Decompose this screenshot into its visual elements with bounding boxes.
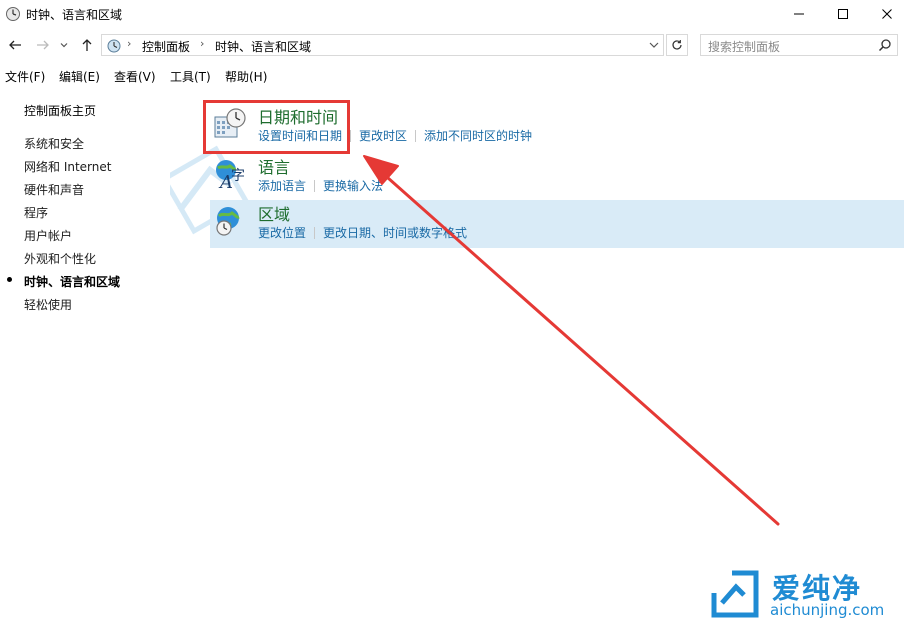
category-region: 区域 更改位置 更改日期、时间或数字格式 — [210, 200, 904, 248]
maximize-button[interactable] — [820, 0, 866, 28]
category-title-language[interactable]: 语言 — [258, 154, 290, 178]
search-icon[interactable] — [878, 38, 892, 52]
link-divider — [314, 227, 316, 239]
chevron-down-icon[interactable] — [648, 37, 660, 53]
control-panel-icon — [107, 39, 121, 53]
menu-view[interactable]: 查看(V) — [114, 68, 156, 85]
watermark: 爱纯净 aichunjing.com — [708, 565, 908, 621]
window-title: 时钟、语言和区域 — [26, 8, 123, 22]
navigation-bar: › 控制面板 › 时钟、语言和区域 搜索控制面板 — [0, 32, 908, 58]
address-bar[interactable]: › 控制面板 › 时钟、语言和区域 — [101, 34, 664, 56]
sidebar-item-home[interactable]: 控制面板主页 — [24, 102, 96, 119]
language-icon: A 字 — [216, 160, 245, 190]
watermark-logo-icon — [711, 570, 759, 618]
link-divider — [415, 130, 417, 142]
menu-file[interactable]: 文件(F) — [5, 68, 45, 85]
refresh-icon — [672, 40, 682, 50]
sidebar-item-ease-of-access[interactable]: 轻松使用 — [24, 296, 72, 313]
search-input[interactable]: 搜索控制面板 — [700, 34, 898, 56]
recent-locations-button[interactable] — [57, 35, 71, 55]
watermark-domain: aichunjing.com — [770, 601, 885, 619]
sidebar-item-appearance[interactable]: 外观和个性化 — [24, 250, 96, 267]
title-bar: 时钟、语言和区域 — [0, 0, 908, 28]
link-divider — [350, 130, 352, 142]
link-change-input-method[interactable]: 更换输入法 — [323, 179, 383, 193]
category-language: A 字 语言 添加语言 更换输入法 — [210, 153, 904, 199]
sidebar-item-system-security[interactable]: 系统和安全 — [24, 135, 84, 152]
arrow-up-icon — [82, 39, 92, 51]
breadcrumb-separator: › — [127, 37, 132, 50]
search-placeholder: 搜索控制面板 — [708, 40, 781, 54]
chevron-down-icon — [60, 43, 68, 48]
arrow-left-icon — [9, 40, 21, 50]
globe-clock-icon — [216, 207, 240, 236]
link-change-formats[interactable]: 更改日期、时间或数字格式 — [323, 226, 467, 240]
sidebar-item-network[interactable]: 网络和 Internet — [24, 158, 111, 175]
category-links-language: 添加语言 更换输入法 — [258, 177, 383, 194]
minimize-button[interactable] — [776, 0, 822, 28]
annotation-highlight-box — [203, 100, 350, 154]
annotation-arrow — [363, 155, 780, 526]
arrow-right-icon — [37, 40, 49, 50]
breadcrumb-separator: › — [200, 37, 205, 50]
category-links-region: 更改位置 更改日期、时间或数字格式 — [258, 224, 467, 241]
sidebar-item-programs[interactable]: 程序 — [24, 204, 48, 221]
sidebar-item-clock-language-region[interactable]: 时钟、语言和区域 — [24, 273, 120, 290]
menu-edit[interactable]: 编辑(E) — [59, 68, 100, 85]
up-button[interactable] — [77, 35, 97, 55]
link-divider — [314, 180, 316, 192]
menu-tools[interactable]: 工具(T) — [170, 68, 211, 85]
clock-globe-icon — [6, 7, 20, 21]
refresh-button[interactable] — [666, 34, 688, 56]
svg-text:字: 字 — [231, 168, 245, 184]
breadcrumb-current[interactable]: 时钟、语言和区域 — [215, 38, 311, 55]
menu-help[interactable]: 帮助(H) — [225, 68, 267, 85]
sidebar-item-user-accounts[interactable]: 用户帐户 — [24, 227, 72, 244]
sidebar-item-hardware-sound[interactable]: 硬件和声音 — [24, 181, 84, 198]
current-item-bullet — [7, 277, 12, 282]
link-add-language[interactable]: 添加语言 — [258, 179, 306, 193]
maximize-icon — [838, 9, 848, 19]
back-button[interactable] — [5, 35, 25, 55]
forward-button[interactable] — [33, 35, 53, 55]
link-add-clocks[interactable]: 添加不同时区的时钟 — [424, 129, 532, 143]
close-icon — [882, 9, 892, 19]
close-button[interactable] — [864, 0, 908, 28]
minimize-icon — [794, 13, 804, 15]
link-change-location[interactable]: 更改位置 — [258, 226, 306, 240]
category-title-region[interactable]: 区域 — [258, 201, 290, 225]
breadcrumb-control-panel[interactable]: 控制面板 — [142, 38, 190, 55]
link-change-time-zone[interactable]: 更改时区 — [359, 129, 407, 143]
